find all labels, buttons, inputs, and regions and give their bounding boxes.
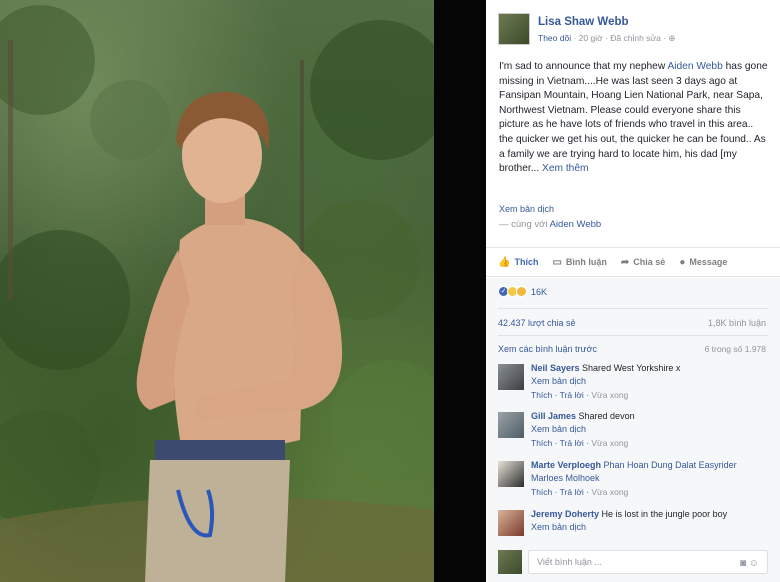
- with-prefix: — cùng với: [499, 219, 550, 230]
- comment-icon: ▭: [552, 256, 562, 268]
- comment-input-placeholder: Viết bình luận ...: [537, 557, 602, 567]
- commenter-avatar[interactable]: [498, 412, 524, 438]
- share-button[interactable]: ➦ Chia sẻ: [621, 257, 665, 268]
- post-actions: 👍 Thích ▭ Bình luận ➦ Chia sẻ ● Message: [486, 247, 780, 277]
- comment-text: He is lost in the jungle poor boy: [599, 509, 728, 519]
- post-meta: Theo dõi · 20 giờ · Đã chỉnh sửa · ⊕: [538, 33, 676, 44]
- photo-divider: [434, 0, 486, 582]
- reactions-summary[interactable]: ✓ 16K: [498, 286, 547, 297]
- post-text: I'm sad to announce that my nephew Aiden…: [499, 60, 769, 177]
- post-text-part: I'm sad to announce that my nephew: [499, 61, 668, 72]
- comment-actions: Thích · Trả lời · Vừa xong: [531, 487, 629, 497]
- post-panel: Lisa Shaw Webb Theo dõi · 20 giờ · Đã ch…: [486, 0, 780, 582]
- comment-item: Marte Verploegh Phan Hoan Dung Dalat Eas…: [498, 459, 768, 505]
- comment-pager: 6 trong số 1.978: [704, 344, 766, 354]
- comment-body: Neil Sayers Shared West Yorkshire x Xem …: [531, 362, 767, 402]
- commenter-name[interactable]: Marte Verploegh: [531, 460, 601, 470]
- post-time[interactable]: 20 giờ: [579, 33, 603, 43]
- comment-reply-link[interactable]: Trả lời: [560, 487, 584, 497]
- current-user-avatar: [498, 550, 522, 574]
- share-label: Chia sẻ: [633, 257, 666, 267]
- post-photo[interactable]: [0, 0, 434, 582]
- emoji-icon[interactable]: ☺: [749, 558, 759, 569]
- comment-item: Gill James Shared devon Xem bản dịch Thí…: [498, 410, 768, 456]
- see-more-link[interactable]: Xem thêm: [542, 163, 588, 174]
- commenter-name[interactable]: Jeremy Doherty: [531, 509, 599, 519]
- comment-like-link[interactable]: Thích: [531, 487, 552, 497]
- comment-translation-link[interactable]: Xem bản dịch: [531, 521, 767, 534]
- post-text-part: has gone missing in Vietnam....He was la…: [499, 61, 768, 175]
- comment-text: Shared West Yorkshire x: [579, 363, 681, 373]
- commenter-avatar[interactable]: [498, 510, 524, 536]
- commenter-name[interactable]: Neil Sayers: [531, 363, 580, 373]
- comment-body: Marte Verploegh Phan Hoan Dung Dalat Eas…: [531, 459, 767, 499]
- photo-illustration: [0, 5, 434, 582]
- comment-item: Neil Sayers Shared West Yorkshire x Xem …: [498, 362, 768, 408]
- comment-body: Gill James Shared devon Xem bản dịch Thí…: [531, 410, 767, 450]
- comment-translation-link[interactable]: Xem bản dịch: [531, 375, 767, 388]
- share-icon: ➦: [620, 256, 630, 268]
- author-avatar[interactable]: [498, 13, 530, 45]
- commenter-avatar[interactable]: [498, 364, 524, 390]
- message-icon: ●: [679, 256, 686, 268]
- comment-label: Bình luận: [565, 257, 607, 267]
- reaction-count: 16K: [531, 286, 548, 297]
- comment-translation-link[interactable]: Xem bản dịch: [531, 423, 767, 436]
- comment-time[interactable]: Vừa xong: [591, 390, 628, 400]
- comment-actions: Thích · Trả lời · Vừa xong: [531, 438, 629, 448]
- comments-area: ✓ 16K 42.437 lượt chia sẻ 1,8K bình luận…: [486, 278, 780, 582]
- divider: [498, 308, 768, 309]
- comment-item: Jeremy Doherty He is lost in the jungle …: [498, 508, 768, 542]
- comment-reply-link[interactable]: Trả lời: [560, 390, 584, 400]
- comment-text: Shared devon: [576, 411, 635, 421]
- comment-button[interactable]: ▭ Bình luận: [552, 257, 606, 268]
- see-translation-link[interactable]: Xem bản dịch: [499, 204, 554, 214]
- follow-link[interactable]: Theo dõi: [538, 33, 571, 43]
- share-count[interactable]: 42.437 lượt chia sẻ: [498, 318, 575, 328]
- comment-count[interactable]: 1,8K bình luận: [708, 318, 766, 328]
- commenter-name[interactable]: Gill James: [531, 411, 576, 421]
- commenter-avatar[interactable]: [498, 461, 524, 487]
- comment-composer: Viết bình luận ... ◙ ☺: [498, 548, 768, 576]
- comment-reply-link[interactable]: Trả lời: [560, 438, 584, 448]
- comment-time[interactable]: Vừa xong: [591, 487, 628, 497]
- comment-like-link[interactable]: Thích: [531, 390, 552, 400]
- comment-body: Jeremy Doherty He is lost in the jungle …: [531, 508, 767, 533]
- comment-input[interactable]: Viết bình luận ... ◙ ☺: [528, 550, 768, 574]
- wow-reaction-icon: [516, 286, 527, 297]
- with-person-link[interactable]: Aiden Webb: [550, 219, 602, 230]
- globe-icon: ⊕: [668, 33, 676, 43]
- like-label: Thích: [514, 257, 539, 267]
- camera-icon[interactable]: ◙: [740, 558, 746, 569]
- tagged-person-link[interactable]: Aiden Webb: [667, 61, 722, 72]
- composer-icons: ◙ ☺: [740, 558, 759, 569]
- author-name[interactable]: Lisa Shaw Webb: [538, 16, 629, 28]
- edited-label[interactable]: Đã chỉnh sửa: [610, 33, 661, 43]
- comment-actions: Thích · Trả lời · Vừa xong: [531, 390, 629, 400]
- post-header: Lisa Shaw Webb Theo dõi · 20 giờ · Đã ch…: [498, 10, 772, 50]
- comment-like-link[interactable]: Thích: [531, 438, 552, 448]
- with-tag: — cùng với Aiden Webb: [499, 219, 601, 230]
- comment-time[interactable]: Vừa xong: [591, 438, 628, 448]
- message-button[interactable]: ● Message: [679, 257, 727, 268]
- like-button[interactable]: 👍 Thích: [498, 257, 538, 268]
- divider: [498, 335, 768, 336]
- message-label: Message: [689, 257, 728, 267]
- view-previous-comments[interactable]: Xem các bình luận trước: [498, 344, 597, 354]
- like-icon: 👍: [498, 256, 511, 268]
